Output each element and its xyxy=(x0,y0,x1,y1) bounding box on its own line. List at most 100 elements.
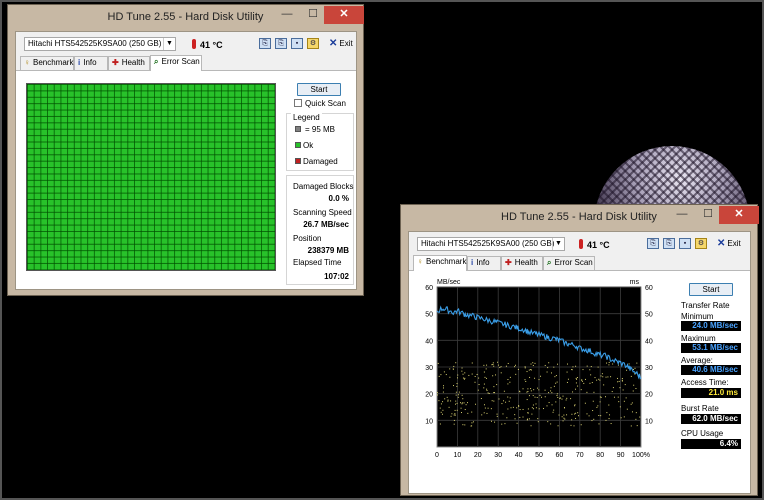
access-time-point xyxy=(458,391,460,393)
health-icon: ✚ xyxy=(112,58,119,67)
access-time-point xyxy=(452,368,454,370)
copy-info-icon[interactable]: ⎘ xyxy=(259,38,271,49)
access-time-point xyxy=(556,381,558,383)
access-time-point xyxy=(583,382,585,384)
start-button[interactable]: Start xyxy=(297,83,341,96)
minimum-label: Minimum xyxy=(681,312,714,321)
save-icon[interactable]: ▪ xyxy=(679,238,691,249)
access-time-point xyxy=(625,397,627,399)
access-time-point xyxy=(534,396,536,398)
access-time-point xyxy=(465,404,467,406)
copy-screenshot-icon[interactable]: ⎘ xyxy=(663,238,675,249)
copy-screenshot-icon[interactable]: ⎘ xyxy=(275,38,287,49)
access-time-point xyxy=(570,398,572,400)
tab-health[interactable]: ✚ Health xyxy=(501,256,543,270)
access-time-point xyxy=(478,377,480,379)
access-time-point xyxy=(553,366,555,368)
exit-button[interactable]: ✕ Exit xyxy=(717,238,741,249)
access-time-point xyxy=(440,411,442,413)
access-time-point xyxy=(454,413,456,415)
access-time-point xyxy=(609,414,611,416)
minimize-button[interactable]: — xyxy=(669,206,695,224)
access-time-point xyxy=(552,411,554,413)
window-client: Hitachi HTS542525K9SA00 (250 GB) ▼ 41 °C… xyxy=(408,231,751,494)
access-time-point xyxy=(636,425,638,427)
access-time-point xyxy=(519,409,521,411)
access-time-point xyxy=(455,391,457,393)
access-time-point xyxy=(507,408,509,410)
drive-select[interactable]: Hitachi HTS542525K9SA00 (250 GB) ▼ xyxy=(24,37,176,51)
tab-benchmark[interactable]: ♀ Benchmark xyxy=(413,255,467,271)
access-time-point xyxy=(621,379,623,381)
tab-info[interactable]: i Info xyxy=(74,56,108,70)
access-time-point xyxy=(478,384,480,386)
access-time-point xyxy=(468,374,470,376)
cpu-usage-value: 6.4% xyxy=(681,439,741,449)
exit-button[interactable]: ✕ Exit xyxy=(329,38,353,49)
access-time-point xyxy=(532,395,534,397)
access-time-point xyxy=(457,374,459,376)
access-time-point xyxy=(439,423,441,425)
access-time-point xyxy=(509,397,511,399)
temperature-readout: 41 °C xyxy=(579,239,610,250)
access-time-point xyxy=(550,423,552,425)
access-time-point xyxy=(477,389,479,391)
access-time-point xyxy=(491,400,493,402)
access-time-point xyxy=(533,389,535,391)
access-time-point xyxy=(462,424,464,426)
minimize-button[interactable]: — xyxy=(274,6,300,24)
tab-error-scan[interactable]: ⌕ Error Scan xyxy=(543,256,595,270)
maximize-button[interactable]: ☐ xyxy=(300,6,326,24)
access-time-point xyxy=(441,413,443,415)
access-time-point xyxy=(444,398,446,400)
access-time-point xyxy=(600,375,602,377)
access-time-point xyxy=(442,391,444,393)
access-time-point xyxy=(575,417,577,419)
save-icon[interactable]: ▪ xyxy=(291,38,303,49)
access-time-point xyxy=(535,407,537,409)
tab-info[interactable]: i Info xyxy=(467,256,501,270)
tab-health[interactable]: ✚ Health xyxy=(108,56,150,70)
access-time-point xyxy=(555,401,557,403)
access-time-point xyxy=(602,376,604,378)
access-time-point xyxy=(471,422,473,424)
access-time-point xyxy=(464,409,466,411)
title-bar[interactable]: HD Tune 2.55 - Hard Disk Utility — ☐ ✕ xyxy=(401,205,759,231)
access-time-point xyxy=(558,414,560,416)
access-time-point xyxy=(451,413,453,415)
access-time-point xyxy=(450,400,452,402)
options-icon[interactable]: ⚙ xyxy=(307,38,319,49)
access-time-point xyxy=(447,399,449,401)
position-value: 238379 MB xyxy=(307,246,349,255)
access-time-point xyxy=(461,394,463,396)
access-time-point xyxy=(540,375,542,377)
access-time-point xyxy=(461,403,463,405)
drive-select[interactable]: Hitachi HTS542525K9SA00 (250 GB) ▼ xyxy=(417,237,565,251)
tab-error-scan[interactable]: ⌕ Error Scan xyxy=(150,55,202,71)
start-button[interactable]: Start xyxy=(689,283,733,296)
access-time-point xyxy=(572,366,574,368)
access-time-point xyxy=(586,365,588,367)
temperature-value: 41 °C xyxy=(200,40,223,50)
access-time-point xyxy=(443,371,445,373)
x-tick-label: 50 xyxy=(535,452,543,459)
maximize-button[interactable]: ☐ xyxy=(695,206,721,224)
close-button[interactable]: ✕ xyxy=(324,6,364,24)
access-time-point xyxy=(563,417,565,419)
access-time-point xyxy=(599,379,601,381)
title-bar[interactable]: HD Tune 2.55 - Hard Disk Utility — ☐ ✕ xyxy=(8,5,364,31)
access-time-point xyxy=(580,424,582,426)
close-button[interactable]: ✕ xyxy=(719,206,759,224)
quick-scan-checkbox[interactable] xyxy=(294,99,302,107)
access-time-point xyxy=(474,375,476,377)
access-time-point xyxy=(544,396,546,398)
copy-info-icon[interactable]: ⎘ xyxy=(647,238,659,249)
access-time-point xyxy=(522,416,524,418)
access-time-point xyxy=(555,382,557,384)
access-time-point xyxy=(492,363,494,365)
access-time-point xyxy=(548,402,550,404)
access-time-point xyxy=(634,373,636,375)
tab-benchmark[interactable]: ♀ Benchmark xyxy=(20,56,74,70)
access-time-point xyxy=(548,392,550,394)
options-icon[interactable]: ⚙ xyxy=(695,238,707,249)
